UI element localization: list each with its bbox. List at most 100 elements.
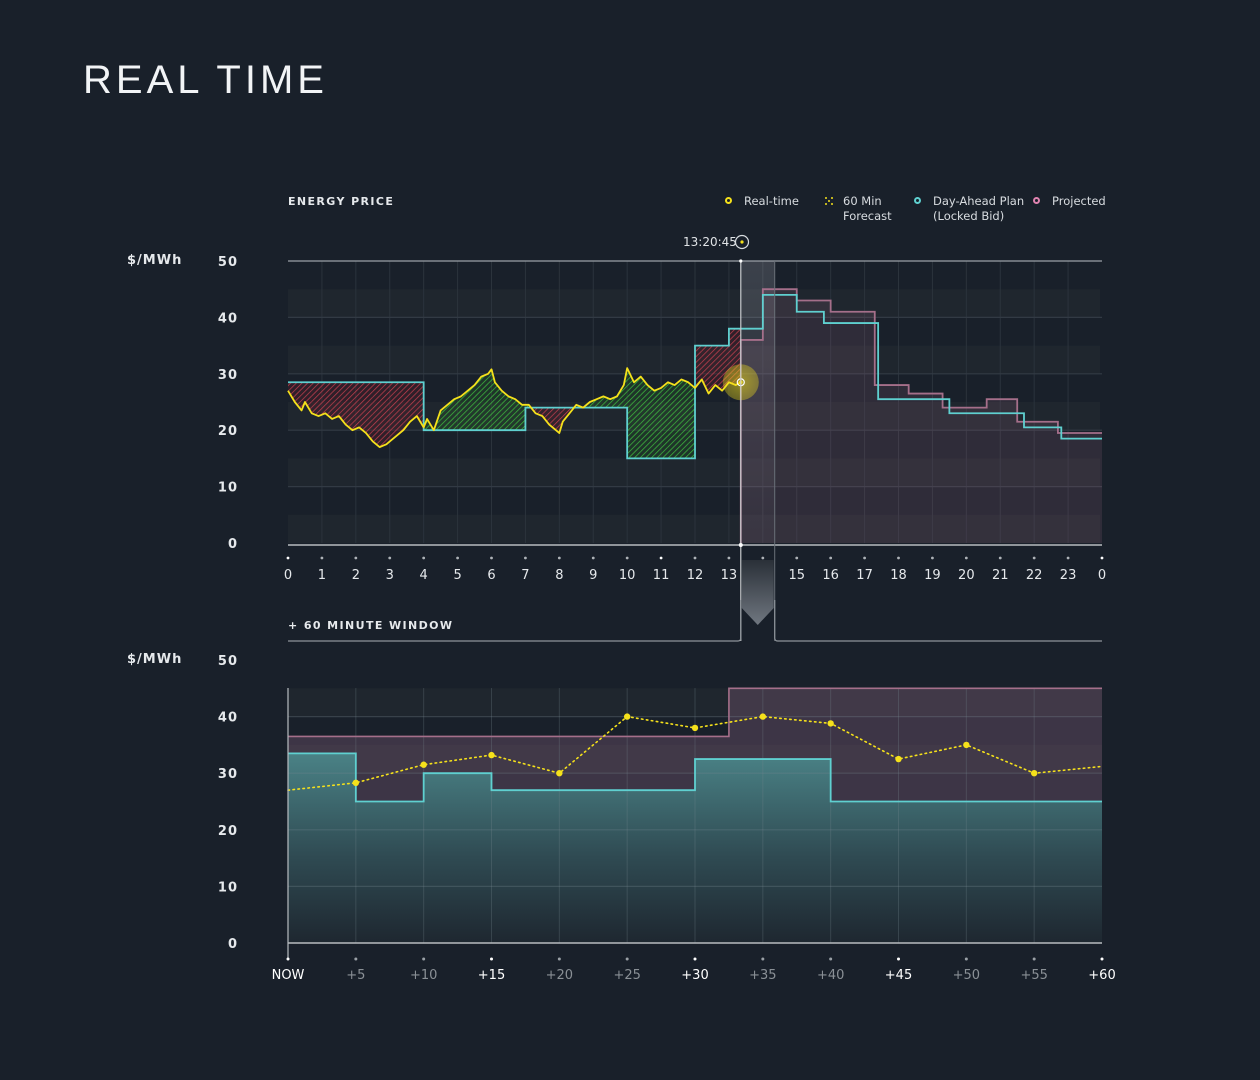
loss-hatch (372, 382, 380, 448)
savings-hatch (681, 379, 689, 459)
x-tick-label: 13 (721, 568, 738, 583)
x-tick-label: 19 (924, 568, 941, 583)
x-tick-label: 11 (653, 568, 670, 583)
energy-price-charts: 0102030405001234567891011121314151617181… (218, 234, 1116, 983)
x-tick-dot (863, 556, 866, 560)
x-tick-label: 5 (453, 568, 461, 583)
loss-hatch (379, 382, 387, 448)
x-tick-label: +40 (817, 968, 844, 983)
x-tick-dot (829, 556, 833, 560)
x-tick-dot (829, 957, 833, 961)
x-tick-dot (897, 957, 900, 961)
forecast-point (895, 755, 902, 763)
x-tick-label: +10 (410, 968, 437, 983)
x-tick-dot (490, 957, 493, 961)
x-tick-dot (354, 957, 358, 961)
x-tick-dot (964, 957, 968, 961)
x-tick-dot (1066, 556, 1070, 560)
x-tick-dot (625, 957, 629, 961)
x-tick-dot (286, 556, 290, 560)
x-tick-label: 9 (589, 568, 597, 583)
window-arrow-icon (741, 560, 774, 625)
x-tick-label: NOW (272, 968, 305, 983)
x-tick-label: 4 (420, 568, 428, 583)
savings-hatch (633, 376, 641, 459)
window-bracket-left (288, 600, 742, 642)
x-tick-label: +55 (1020, 968, 1047, 983)
x-tick-dot (1100, 556, 1104, 560)
forecast-point (759, 713, 767, 720)
forecast-point (1030, 770, 1038, 777)
loss-hatch (345, 382, 353, 431)
x-tick-label: +60 (1088, 968, 1115, 983)
loss-hatch (366, 382, 373, 442)
x-tick-label: 3 (386, 568, 394, 583)
window-bracket-right (774, 600, 1102, 642)
y-tick-label: 30 (218, 368, 238, 383)
x-tick-dot (625, 556, 629, 560)
x-tick-label: +15 (478, 968, 505, 983)
x-tick-label: 0 (1098, 568, 1106, 583)
x-tick-dot (795, 556, 799, 560)
y-tick-label: 30 (218, 767, 238, 782)
x-tick-dot (591, 556, 595, 560)
x-tick-label: 20 (958, 568, 975, 583)
savings-hatch (481, 373, 489, 431)
x-tick-label: 22 (1026, 568, 1043, 583)
now-top-dot (739, 259, 743, 263)
x-tick-dot (354, 556, 358, 560)
y-tick-label: 0 (228, 537, 238, 552)
x-tick-dot (320, 556, 324, 560)
x-tick-dot (422, 556, 426, 560)
x-tick-dot (693, 556, 697, 560)
x-tick-label: +50 (953, 968, 980, 983)
savings-hatch (688, 382, 695, 459)
x-tick-label: 2 (352, 568, 360, 583)
x-tick-label: 7 (521, 568, 529, 583)
y-tick-label: 20 (218, 424, 238, 439)
x-tick-label: 1 (318, 568, 326, 583)
loss-hatch (396, 382, 404, 436)
savings-hatch (654, 387, 662, 459)
x-tick-dot (1032, 556, 1036, 560)
x-tick-label: 0 (284, 568, 292, 583)
y-tick-label: 40 (218, 711, 238, 726)
forecast-point (352, 779, 360, 787)
loss-hatch (352, 382, 360, 431)
savings-hatch (647, 385, 655, 459)
x-tick-dot (1032, 957, 1036, 961)
x-tick-dot (693, 957, 697, 961)
forecast-point (963, 741, 970, 749)
loss-hatch (715, 345, 723, 391)
grid-band (288, 289, 1100, 318)
x-tick-label: 8 (555, 568, 563, 583)
x-tick-dot (557, 556, 561, 560)
x-tick-dot (659, 556, 663, 560)
forecast-point (827, 720, 834, 727)
x-tick-label: 23 (1060, 568, 1077, 583)
x-tick-dot (456, 556, 459, 560)
y-tick-label: 0 (228, 937, 238, 952)
x-tick-dot (422, 957, 426, 961)
savings-hatch (674, 379, 682, 459)
y-tick-label: 40 (218, 311, 238, 326)
forecast-point (556, 770, 563, 777)
x-tick-dot (897, 556, 900, 560)
x-tick-label: 6 (487, 568, 495, 583)
savings-hatch (488, 369, 492, 431)
y-tick-label: 10 (218, 481, 238, 496)
x-tick-label: 17 (856, 568, 873, 583)
x-tick-label: +20 (546, 968, 573, 983)
x-tick-label: 10 (619, 568, 636, 583)
x-tick-dot (998, 556, 1002, 560)
x-tick-dot (761, 957, 765, 961)
x-tick-label: +30 (681, 968, 708, 983)
savings-hatch (508, 396, 516, 431)
loss-hatch (318, 382, 326, 417)
loss-hatch (555, 407, 560, 434)
x-tick-dot (931, 556, 934, 560)
x-tick-dot (964, 556, 968, 560)
x-tick-label: +5 (346, 968, 365, 983)
x-tick-label: 15 (788, 568, 805, 583)
x-tick-label: +25 (613, 968, 640, 983)
